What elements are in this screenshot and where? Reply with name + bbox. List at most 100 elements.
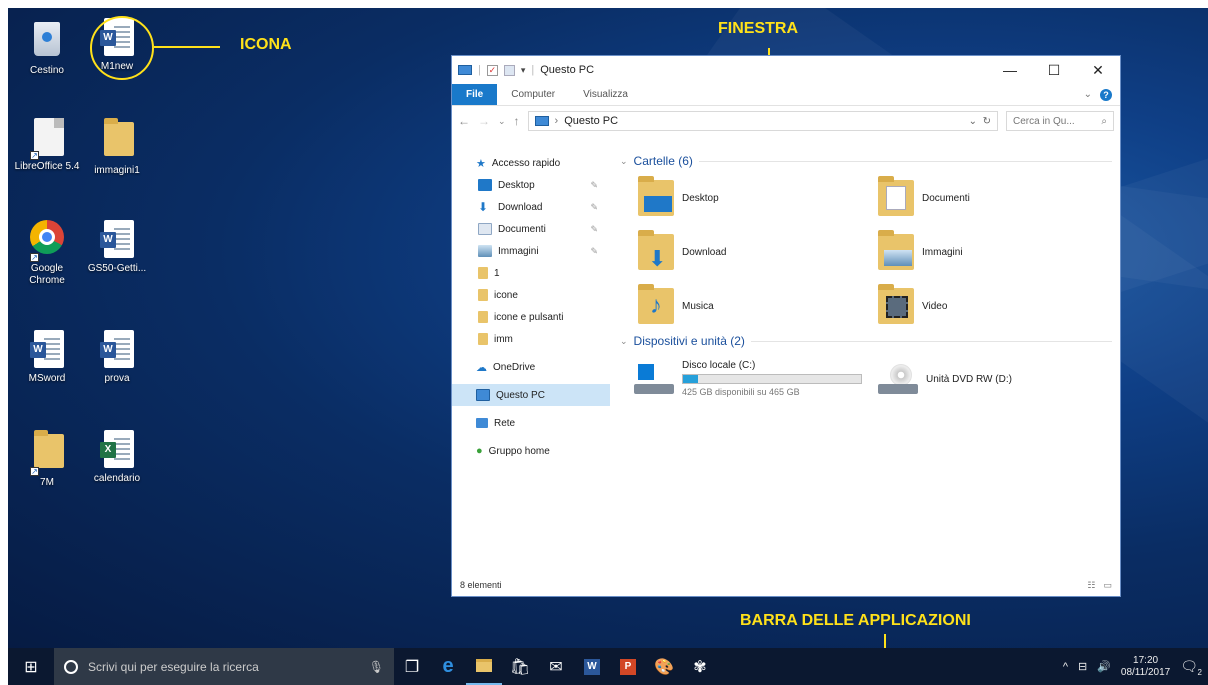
details-view-icon[interactable]: ☷ [1087,580,1095,591]
taskbar: ⊞ Scrivi qui per eseguire la ricerca 🎙 ❐… [8,648,1208,685]
nav-label: Accesso rapido [491,157,561,169]
desktop-icon-msword[interactable]: W MSword [14,330,80,385]
nav-this-pc[interactable]: Questo PC [452,384,610,406]
folders-group-header[interactable]: ⌄ Cartelle (6) [610,150,1120,172]
address-bar[interactable]: › Questo PC ⌄ ↻ [527,111,998,131]
cortana-icon [64,659,78,674]
title-bar[interactable]: | ✓ ▾ | Questo PC — ☐ ✕ [452,56,1120,84]
task-view-icon[interactable]: ❐ [394,648,430,685]
close-button[interactable]: ✕ [1076,56,1120,84]
refresh-icon[interactable]: ⌄ ↻ [969,116,991,127]
chrome-icon: ↗ [30,220,64,262]
desktop-icon-google-chrome[interactable]: ↗ Google Chrome [14,220,80,287]
nav-item-icone-e-pulsanti[interactable]: icone e pulsanti [452,306,610,328]
folder-tile-download[interactable]: ⬇ Download [638,230,727,270]
customize-toolbar-icon[interactable]: ▾ [521,65,526,76]
folder-icon [478,289,488,301]
drive-name: Disco locale (C:) [682,360,756,371]
folder-tile-documenti[interactable]: Documenti [878,176,970,216]
mail-icon[interactable]: ✉ [538,648,574,685]
forward-arrow-icon[interactable]: → [478,114,490,128]
computer-icon [476,389,490,401]
minimize-button[interactable]: — [988,56,1032,84]
folder-tile-video[interactable]: Video [878,284,947,324]
nav-item-immagini[interactable]: Immagini ✎ [452,240,610,262]
desktop-icon-libreoffice[interactable]: ↗ LibreOffice 5.4 [14,118,80,173]
collapse-chevron-icon: ⌄ [620,155,628,166]
computer-icon [458,65,472,75]
drive-tile-c[interactable]: Disco locale (C:) 425 GB disponibili su … [634,360,862,397]
desktop-icon-calendario[interactable]: X calendario [84,430,150,485]
store-icon[interactable]: 🛍 [502,648,538,685]
up-arrow-icon[interactable]: ↑ [514,114,520,128]
search-placeholder: Cerca in Qu... [1013,115,1075,127]
nav-item-documenti[interactable]: Documenti ✎ [452,218,610,240]
tab-computer[interactable]: Computer [497,84,569,105]
nav-network[interactable]: Rete [452,412,610,434]
back-arrow-icon[interactable]: ← [458,114,470,128]
nav-item-download[interactable]: ⬇ Download ✎ [452,196,610,218]
nav-item-desktop[interactable]: Desktop ✎ [452,174,610,196]
large-icons-view-icon[interactable]: ▭ [1103,580,1112,591]
window-callout-label: FINESTRA [718,20,798,37]
desktop-icon-label: Cestino [30,65,64,76]
desktop-icon-immagini1[interactable]: immagini1 [84,118,150,177]
drive-free-space: 425 GB disponibili su 465 GB [682,387,800,397]
devices-group-header[interactable]: ⌄ Dispositivi e unità (2) [610,330,1120,352]
drive-tile-d[interactable]: Unità DVD RW (D:) [878,364,1012,394]
folder-name: Download [682,246,727,258]
file-explorer-window[interactable]: | ✓ ▾ | Questo PC — ☐ ✕ File Computer Vi… [451,55,1121,597]
folder-tile-desktop[interactable]: Desktop [638,176,719,216]
clock[interactable]: 17:20 08/11/2017 [1121,655,1170,679]
desktop-icon-7m[interactable]: ↗ 7M [14,430,80,489]
pictures-folder-icon [478,245,492,257]
paint-icon[interactable]: 🎨 [646,648,682,685]
volume-icon[interactable]: 🔊 [1097,660,1111,673]
maximize-button[interactable]: ☐ [1032,56,1076,84]
paint-3d-icon[interactable]: ✾ [682,648,718,685]
navigation-pane: ★ Accesso rapido Desktop ✎ ⬇ Download ✎ … [452,146,610,556]
start-button[interactable]: ⊞ [8,648,54,685]
expand-ribbon-icon[interactable]: ⌄ [1084,89,1092,100]
folder-tile-immagini[interactable]: Immagini [878,230,963,270]
microphone-icon[interactable]: 🎙 [369,660,384,674]
windows-logo-icon: ⊞ [24,658,38,676]
taskbar-search-box[interactable]: Scrivi qui per eseguire la ricerca 🎙 [54,648,394,685]
nav-quick-access[interactable]: ★ Accesso rapido [452,152,610,174]
desktop-icon-gs50[interactable]: W GS50-Getti... [84,220,150,275]
network-icon [476,418,488,428]
collapse-chevron-icon: ⌄ [620,335,628,346]
address-bar-row: ← → ⌄ ↑ › Questo PC ⌄ ↻ Cerca in Qu... ⌕ [452,106,1120,136]
nav-onedrive[interactable]: ☁ OneDrive [452,356,610,378]
documents-folder-icon [478,223,492,235]
nav-item-icone[interactable]: icone [452,284,610,306]
taskbar-callout-line [884,634,886,648]
download-folder-icon: ⬇ [638,230,674,270]
pin-icon: ✎ [590,245,598,256]
tab-file[interactable]: File [452,84,498,105]
desktop-icon-recycle-bin[interactable]: Cestino [14,18,80,77]
file-explorer-icon[interactable] [466,648,502,685]
folder-name: Musica [682,300,714,312]
nav-item-folder-1[interactable]: 1 [452,262,610,284]
tab-visualizza[interactable]: Visualizza [569,84,642,105]
nav-item-imm[interactable]: imm [452,328,610,350]
nav-homegroup[interactable]: ● Gruppo home [452,440,610,462]
clock-time: 17:20 [1133,654,1159,666]
network-status-icon[interactable]: ⊟ [1078,660,1087,673]
properties-icon[interactable]: ✓ [486,64,498,76]
show-hidden-icons-icon[interactable]: ^ [1063,661,1068,673]
folder-tile-musica[interactable]: ♪ Musica [638,284,714,324]
search-input[interactable]: Cerca in Qu... ⌕ [1006,111,1114,131]
nav-label: Gruppo home [488,445,550,457]
help-icon[interactable]: ? [1100,88,1112,101]
word-icon[interactable]: W [574,648,610,685]
breadcrumb[interactable]: Questo PC [564,115,618,127]
powerpoint-icon[interactable]: P [610,648,646,685]
desktop-icon-prova[interactable]: W prova [84,330,150,385]
recent-locations-icon[interactable]: ⌄ [498,116,506,127]
action-center-icon[interactable]: 🗨 2 [1180,658,1202,677]
libreoffice-icon: ↗ [30,118,64,160]
edge-icon[interactable]: e [430,648,466,685]
new-folder-icon[interactable] [503,64,515,76]
